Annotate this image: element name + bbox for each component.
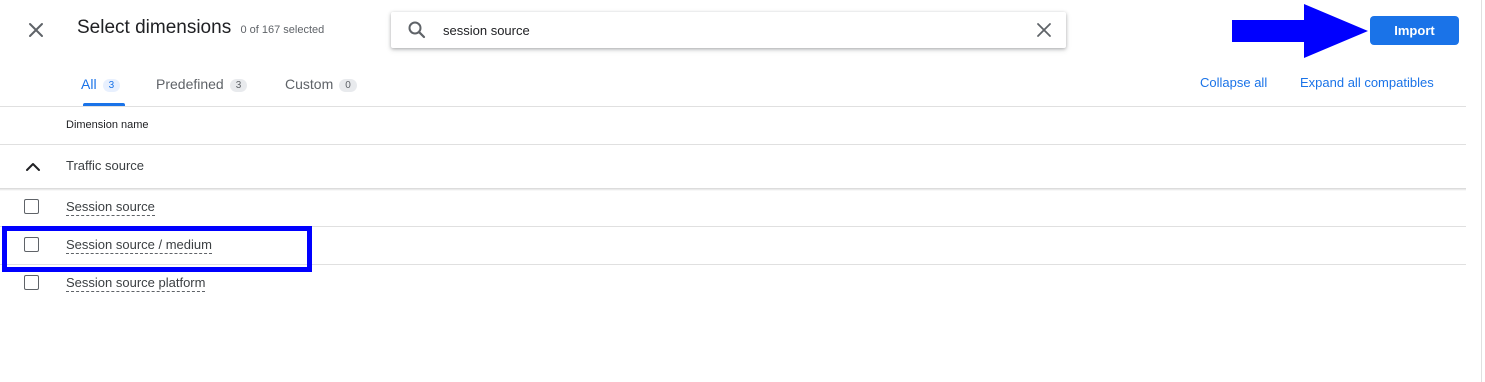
group-label: Traffic source	[66, 158, 145, 173]
checkbox-session-source-medium[interactable]	[24, 237, 39, 252]
column-header-dimension-name: Dimension name	[66, 119, 149, 131]
tab-custom[interactable]: Custom 0	[285, 66, 357, 106]
annotation-arrow-icon	[1232, 4, 1372, 58]
dialog-title-text: Select dimensions	[77, 17, 232, 38]
tab-all-count: 3	[102, 79, 121, 92]
dimension-session-source-platform[interactable]: Session source platform	[66, 275, 206, 292]
checkbox-session-source[interactable]	[24, 199, 39, 214]
dialog-right-edge	[1481, 0, 1482, 382]
tab-predefined-label: Predefined	[156, 76, 224, 92]
clear-icon[interactable]	[1034, 20, 1054, 40]
tab-predefined-count: 3	[229, 79, 248, 92]
tab-all[interactable]: All 3	[81, 66, 125, 106]
expand-all-compatibles-button[interactable]: Expand all compatibles	[1300, 75, 1434, 90]
search-icon	[407, 20, 427, 40]
tab-custom-count: 0	[339, 79, 357, 92]
divider	[0, 106, 1466, 107]
dialog-title: Select dimensions 0 of 167 selected	[77, 17, 324, 39]
row-divider	[0, 264, 1466, 265]
chevron-up-icon[interactable]	[24, 158, 42, 176]
tab-all-label: All	[81, 76, 97, 92]
row-divider	[0, 226, 1466, 227]
close-icon[interactable]	[24, 18, 48, 42]
collapse-all-button[interactable]: Collapse all	[1200, 75, 1267, 90]
search-input[interactable]	[443, 20, 1003, 40]
selected-count: 0 of 167 selected	[240, 24, 325, 36]
tab-custom-label: Custom	[285, 76, 334, 92]
group-divider	[0, 188, 1466, 191]
group-row-traffic-source[interactable]	[0, 145, 1466, 189]
tab-predefined[interactable]: Predefined 3	[156, 66, 248, 106]
import-button[interactable]: Import	[1370, 16, 1459, 45]
search-box[interactable]	[391, 12, 1066, 48]
checkbox-session-source-platform[interactable]	[24, 275, 39, 290]
dimension-session-source[interactable]: Session source	[66, 199, 155, 216]
dimension-session-source-medium[interactable]: Session source / medium	[66, 237, 212, 254]
